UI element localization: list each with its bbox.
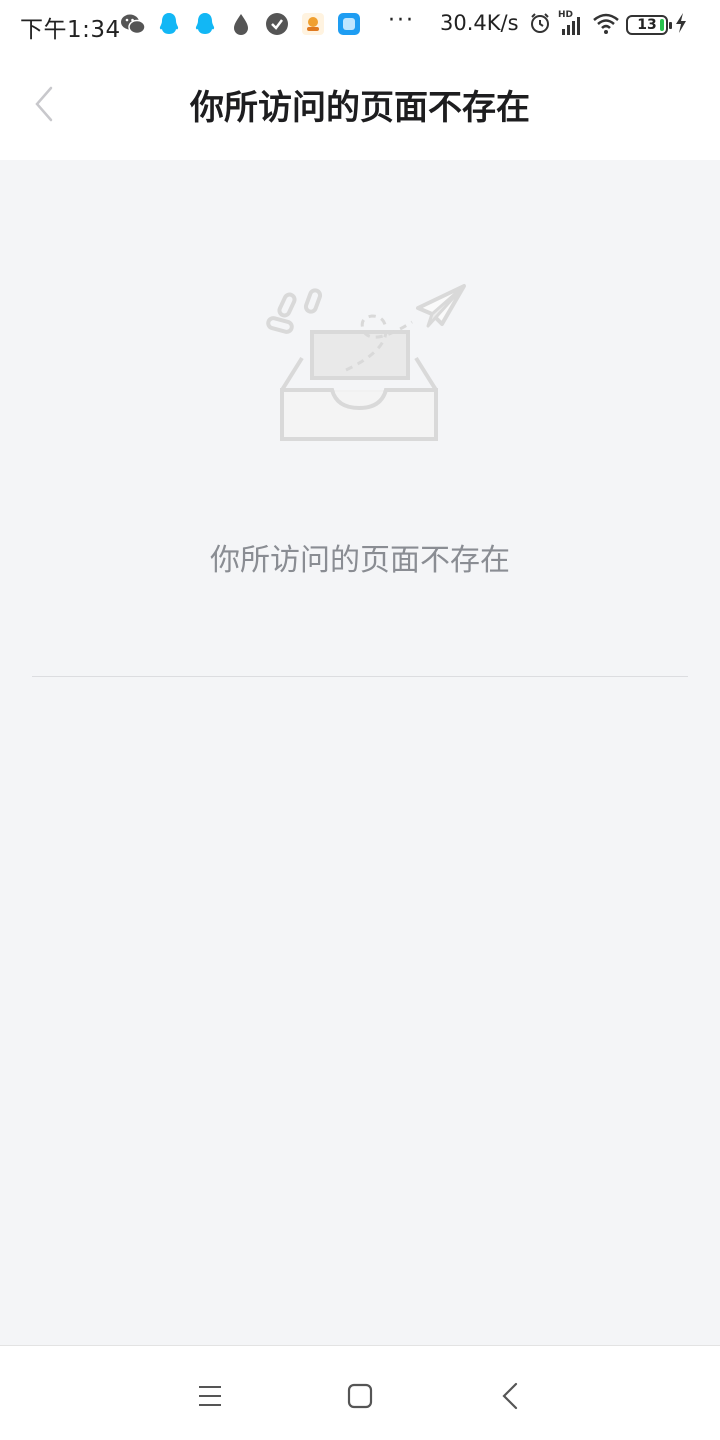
nav-menu-button[interactable] xyxy=(190,1376,230,1416)
wifi-icon xyxy=(592,11,620,39)
nav-home-button[interactable] xyxy=(340,1376,380,1416)
battery-indicator: 13 xyxy=(626,15,672,35)
page-header: 你所访问的页面不存在 xyxy=(0,50,720,160)
battery-fill xyxy=(660,19,664,31)
system-navigation-bar xyxy=(0,1345,720,1440)
empty-state-message: 你所访问的页面不存在 xyxy=(210,543,510,578)
qq-icon xyxy=(192,11,218,37)
check-circle-icon xyxy=(264,11,290,37)
page-title: 你所访问的页面不存在 xyxy=(190,88,530,128)
status-bar: 下午1:34 ··· 30.4K/s HD 13 xyxy=(0,0,720,50)
back-triangle-icon xyxy=(502,1382,518,1410)
drop-icon xyxy=(228,11,254,37)
divider xyxy=(32,676,688,677)
content-area: 你所访问的页面不存在 xyxy=(0,160,720,1345)
app-notification-icon xyxy=(336,11,362,37)
menu-icon xyxy=(199,1386,221,1406)
qq-icon xyxy=(156,11,182,37)
network-speed: 30.4K/s xyxy=(440,11,519,35)
nav-back-button[interactable] xyxy=(490,1376,530,1416)
notification-icons xyxy=(120,11,362,37)
wechat-icon xyxy=(120,11,146,37)
charging-icon xyxy=(674,12,688,38)
app-notification-icon xyxy=(300,11,326,37)
alarm-icon xyxy=(528,11,552,39)
empty-inbox-paper-plane-icon xyxy=(262,282,472,452)
status-right-icons: HD 13 xyxy=(528,10,688,39)
status-time: 下午1:34 xyxy=(20,17,121,43)
more-notifications-dots: ··· xyxy=(388,8,415,33)
home-square-icon xyxy=(347,1383,373,1409)
signal-icon: HD xyxy=(558,10,586,37)
battery-level: 13 xyxy=(637,17,657,33)
